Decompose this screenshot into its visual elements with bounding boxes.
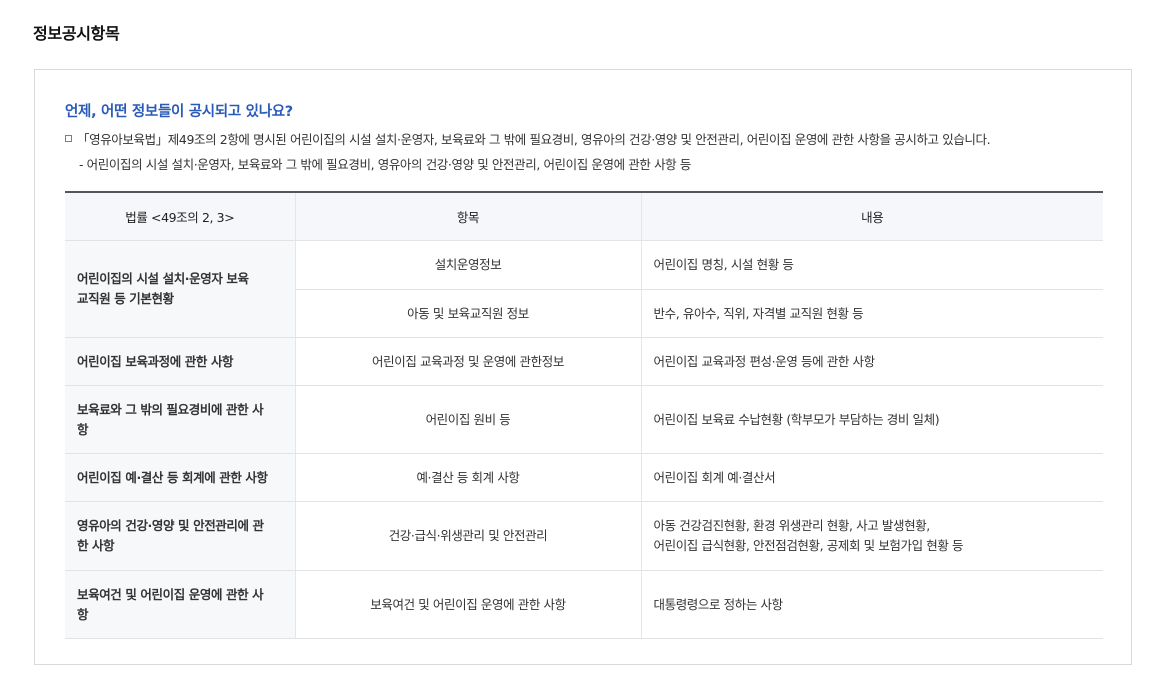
item-cell: 보육여건 및 어린이집 운영에 관한 사항 — [294, 570, 641, 639]
square-bullet-icon — [65, 135, 72, 142]
item-cell: 아동 및 보육교직원 정보 — [294, 289, 641, 338]
category-cell: 어린이집 보육과정에 관한 사항 — [65, 337, 295, 386]
category-cell: 영유아의 건강·영양 및 안전관리에 관한 사항 — [65, 501, 295, 571]
content-cell: 대통령령으로 정하는 사항 — [640, 570, 1103, 639]
header-item: 항목 — [294, 191, 641, 241]
content-line: 어린이집 급식현황, 안전점검현황, 공제회 및 보험가입 현황 등 — [653, 538, 964, 553]
info-box: 언제, 어떤 정보들이 공시되고 있나요? 「영유아보육법」제49조의 2항에 … — [34, 69, 1132, 665]
table-row: 영유아의 건강·영양 및 안전관리에 관한 사항 건강·급식·위생관리 및 안전… — [65, 501, 1103, 571]
table-row: 보육료와 그 밖의 필요경비에 관한 사항 어린이집 원비 등 어린이집 보육료… — [65, 385, 1103, 454]
table-header-row: 법률 <49조의 2, 3> 항목 내용 — [65, 191, 1103, 241]
item-cell: 설치운영정보 — [294, 240, 641, 290]
content-line: 아동 건강검진현황, 환경 위생관리 현황, 사고 발생현황, — [653, 518, 931, 533]
category-text: 영유아의 건강·영양 및 안전관리에 관한 사항 — [77, 518, 264, 553]
info-question: 언제, 어떤 정보들이 공시되고 있나요? — [65, 104, 293, 120]
category-text: 보육료와 그 밖의 필요경비에 관한 사항 — [77, 401, 264, 437]
item-cell: 건강·급식·위생관리 및 안전관리 — [294, 501, 641, 571]
table-row: 어린이집 예·결산 등 회계에 관한 사항 예·결산 등 회계 사항 어린이집 … — [65, 453, 1103, 502]
category-text: 어린이집의 시설 설치·운영자 보육교직원 등 기본현황 — [77, 271, 249, 306]
disclosure-items-table: 법률 <49조의 2, 3> 항목 내용 어린이집의 시설 설치·운영자 보육교… — [65, 191, 1103, 639]
header-content: 내용 — [640, 191, 1103, 241]
content-cell: 어린이집 교육과정 편성·운영 등에 관한 사항 — [640, 337, 1103, 386]
item-cell: 어린이집 교육과정 및 운영에 관한정보 — [294, 337, 641, 386]
category-cell: 어린이집 예·결산 등 회계에 관한 사항 — [65, 453, 295, 502]
category-cell: 보육여건 및 어린이집 운영에 관한 사항 — [65, 570, 295, 639]
content-cell: 반수, 유아수, 직위, 자격별 교직원 현황 등 — [640, 289, 1103, 338]
item-cell: 예·결산 등 회계 사항 — [294, 453, 641, 502]
table-row: 보육여건 및 어린이집 운영에 관한 사항 보육여건 및 어린이집 운영에 관한… — [65, 570, 1103, 639]
info-sub-description: - 어린이집의 시설 설치·운영자, 보육료와 그 밖에 필요경비, 영유아의 … — [79, 157, 691, 172]
content-cell: 아동 건강검진현황, 환경 위생관리 현황, 사고 발생현황, 어린이집 급식현… — [640, 501, 1103, 571]
content-cell: 어린이집 회계 예·결산서 — [640, 453, 1103, 502]
category-text: 보육여건 및 어린이집 운영에 관한 사항 — [77, 586, 264, 622]
table-row: 어린이집의 시설 설치·운영자 보육교직원 등 기본현황 설치운영정보 어린이집… — [65, 240, 1103, 338]
info-description: 「영유아보육법」제49조의 2항에 명시된 어린이집의 시설 설치·운영자, 보… — [65, 129, 991, 148]
content-cell: 어린이집 보육료 수납현황 (학부모가 부담하는 경비 일체) — [640, 385, 1103, 454]
item-cell: 어린이집 원비 등 — [294, 385, 641, 454]
category-cell: 보육료와 그 밖의 필요경비에 관한 사항 — [65, 385, 295, 454]
category-cell: 어린이집의 시설 설치·운영자 보육교직원 등 기본현황 — [65, 240, 295, 338]
header-law: 법률 <49조의 2, 3> — [65, 191, 295, 241]
page-title: 정보공시항목 — [33, 24, 120, 43]
content-cell: 어린이집 명칭, 시설 현황 등 — [640, 240, 1103, 290]
info-description-text: 「영유아보육법」제49조의 2항에 명시된 어린이집의 시설 설치·운영자, 보… — [77, 132, 991, 147]
table-row: 어린이집 보육과정에 관한 사항 어린이집 교육과정 및 운영에 관한정보 어린… — [65, 337, 1103, 386]
